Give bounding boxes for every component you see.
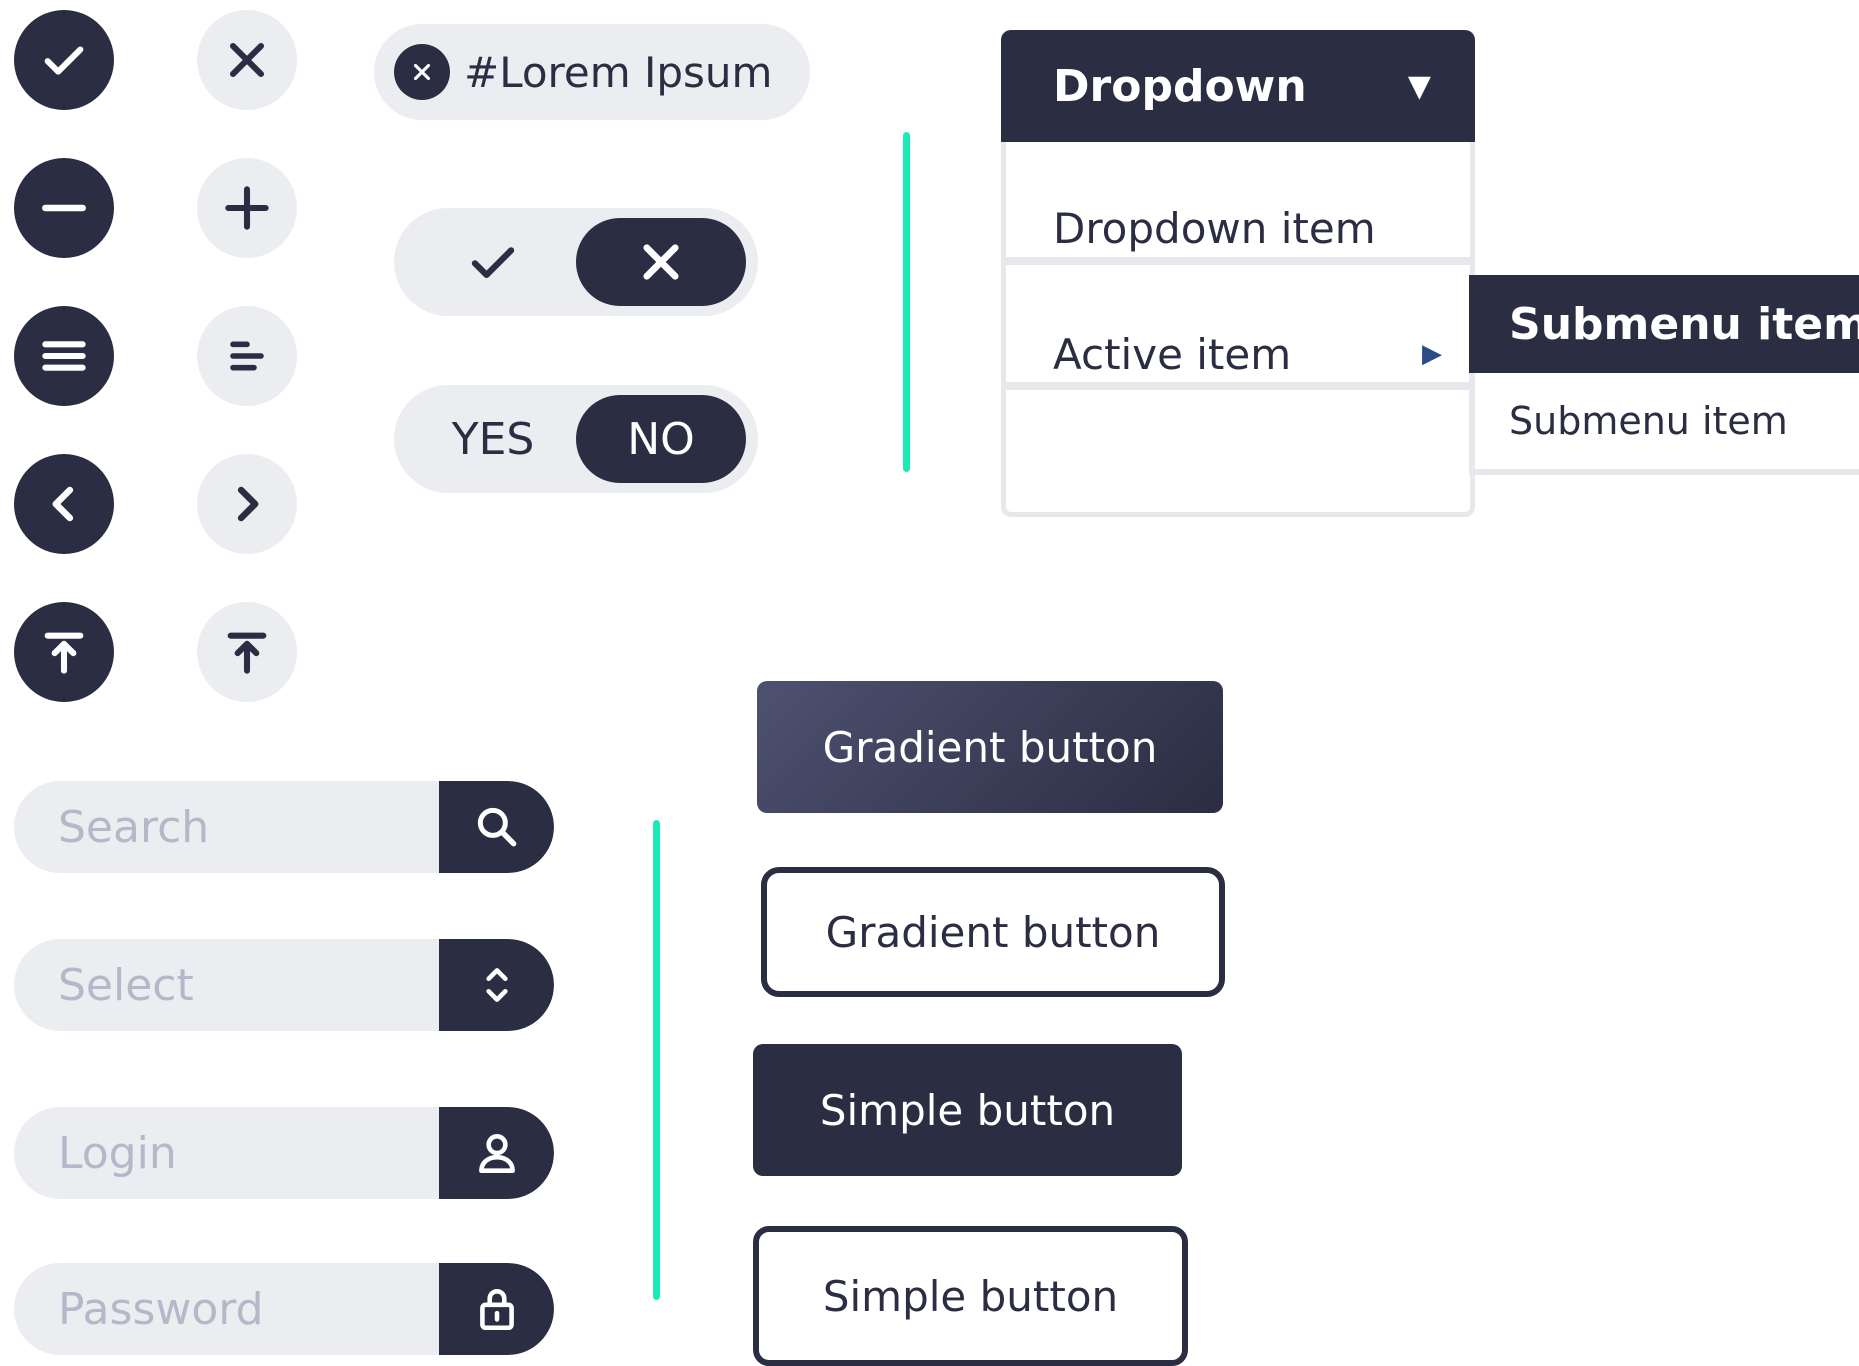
- dropdown-divider: [1006, 382, 1470, 390]
- minus-button[interactable]: [14, 158, 114, 258]
- login-input[interactable]: [14, 1107, 439, 1199]
- toggle-yes-option[interactable]: YES: [408, 395, 578, 483]
- next-button[interactable]: [197, 454, 297, 554]
- menu-button[interactable]: [14, 306, 114, 406]
- accent-divider: [653, 820, 660, 1300]
- search-field: [14, 781, 554, 873]
- dropdown-item[interactable]: Dropdown item: [1006, 169, 1470, 287]
- dropdown-item-label: Active item: [1053, 329, 1292, 379]
- simple-outline-button[interactable]: Simple button: [753, 1226, 1188, 1366]
- button-label: Simple button: [822, 1271, 1119, 1321]
- select-field: [14, 939, 554, 1031]
- plus-button[interactable]: [197, 158, 297, 258]
- toggle-check-option[interactable]: [408, 218, 578, 306]
- chevron-left-icon: [52, 486, 74, 522]
- upload-icon: [44, 632, 84, 674]
- submenu-item-label: Submenu item: [1509, 399, 1788, 443]
- lock-icon: [479, 1289, 514, 1331]
- caret-down-icon: ▼: [1407, 68, 1431, 104]
- close-icon: [413, 63, 431, 81]
- password-input[interactable]: [14, 1263, 439, 1355]
- upload-icon: [227, 632, 267, 674]
- upload-button-light[interactable]: [197, 602, 297, 702]
- previous-button[interactable]: [14, 454, 114, 554]
- dropdown-item-empty[interactable]: [1006, 395, 1470, 505]
- chevron-right-icon: [237, 486, 259, 522]
- accent-divider: [903, 132, 910, 472]
- search-button[interactable]: [439, 781, 554, 873]
- toggle-no-option[interactable]: NO: [576, 395, 746, 483]
- toggle-close-option[interactable]: [576, 218, 746, 306]
- password-field: [14, 1263, 554, 1355]
- search-input[interactable]: [14, 781, 439, 873]
- check-button[interactable]: [14, 10, 114, 110]
- password-button[interactable]: [439, 1263, 554, 1355]
- close-icon: [643, 244, 679, 280]
- submenu: Submenu item Submenu item: [1469, 275, 1859, 475]
- search-icon: [477, 807, 516, 847]
- gradient-outline-button[interactable]: Gradient button: [761, 867, 1225, 997]
- submenu-item[interactable]: Submenu item: [1475, 373, 1859, 469]
- tag-chip: #Lorem Ipsum: [374, 24, 810, 120]
- login-button[interactable]: [439, 1107, 554, 1199]
- submenu-item-label: Submenu item: [1509, 298, 1859, 350]
- simple-button[interactable]: Simple button: [753, 1044, 1182, 1176]
- dropdown-title: Dropdown: [1053, 60, 1307, 112]
- select-input[interactable]: [14, 939, 439, 1031]
- close-button[interactable]: [197, 10, 297, 110]
- dropdown-divider: [1006, 257, 1470, 265]
- minus-icon: [42, 204, 86, 212]
- menu-icon: [42, 341, 86, 371]
- plus-icon: [225, 186, 269, 230]
- button-label: Simple button: [819, 1085, 1116, 1135]
- caret-right-icon: ▶: [1422, 339, 1442, 369]
- button-label: Gradient button: [822, 722, 1158, 772]
- up-down-chevron-icon: [485, 968, 508, 1002]
- tag-label: #Lorem Ipsum: [464, 47, 773, 97]
- login-field: [14, 1107, 554, 1199]
- dropdown-toggle[interactable]: Dropdown ▼: [1001, 30, 1475, 142]
- check-icon: [44, 46, 84, 75]
- close-icon: [229, 42, 265, 78]
- tag-remove-button[interactable]: [394, 44, 450, 100]
- submenu-item-active[interactable]: Submenu item: [1469, 275, 1859, 373]
- check-close-toggle[interactable]: [394, 208, 758, 316]
- select-button[interactable]: [439, 939, 554, 1031]
- align-center-icon: [230, 341, 264, 371]
- align-center-button[interactable]: [197, 306, 297, 406]
- yes-no-toggle[interactable]: YES NO: [394, 385, 758, 493]
- upload-button[interactable]: [14, 602, 114, 702]
- button-label: Gradient button: [825, 907, 1161, 957]
- check-icon: [471, 247, 515, 279]
- dropdown-item-label: Dropdown item: [1053, 203, 1376, 253]
- dropdown-menu: Dropdown ▼ Dropdown item Active item ▶: [1001, 30, 1475, 517]
- user-icon: [478, 1134, 515, 1173]
- gradient-button[interactable]: Gradient button: [757, 681, 1223, 813]
